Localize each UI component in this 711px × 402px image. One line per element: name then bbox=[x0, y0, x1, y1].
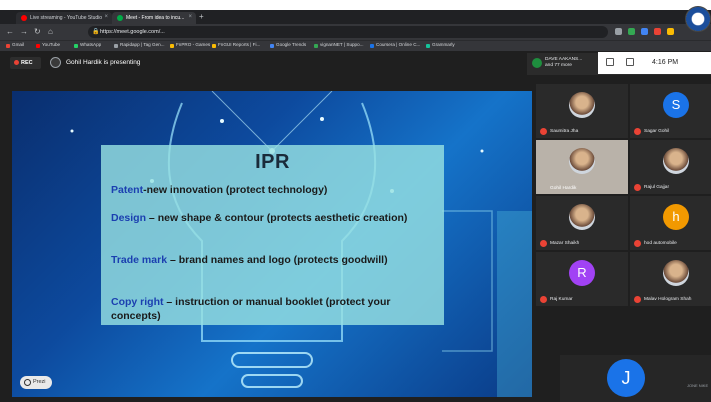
mic-muted-icon bbox=[634, 240, 641, 247]
bookmark-item[interactable]: FnGUI Reports | Fi... bbox=[212, 42, 260, 48]
url-field[interactable]: 🔒 https://meet.google.com/... bbox=[88, 26, 608, 38]
self-label: JONE NIKE bbox=[687, 383, 709, 388]
address-bar-row: ← → ↻ ⌂ 🔒 https://meet.google.com/... bbox=[0, 24, 711, 40]
participant-tile[interactable]: Gohil Hardik bbox=[536, 140, 628, 194]
url-text: https://meet.google.com/... bbox=[100, 29, 165, 35]
participant-tile[interactable]: Malav Hologram Shah bbox=[630, 252, 711, 306]
avatar bbox=[532, 58, 542, 68]
participant-avatar bbox=[569, 148, 595, 174]
header-count: and 77 more bbox=[545, 63, 572, 68]
slide-bullet: Copy right – instruction or manual bookl… bbox=[111, 296, 391, 322]
reload-icon[interactable]: ↻ bbox=[34, 27, 41, 36]
slide-bullet: Design – new shape & contour (protects a… bbox=[111, 212, 408, 224]
close-tab-icon[interactable]: × bbox=[104, 14, 108, 20]
recording-indicator: REC bbox=[10, 57, 41, 69]
participant-avatar bbox=[569, 92, 595, 118]
tab-youtube-studio[interactable]: Live streaming - YouTube Studio × bbox=[16, 12, 112, 24]
bookmark-item[interactable]: Rapidapp | Tag Gen... bbox=[114, 42, 165, 48]
slide-title: IPR bbox=[255, 151, 290, 173]
extension-icon[interactable] bbox=[641, 28, 648, 35]
mic-muted-icon bbox=[634, 296, 641, 303]
bookmarks-bar: Gmail YouTube WhatsApp Rapidapp | Tag Ge… bbox=[0, 40, 711, 51]
tab-meet[interactable]: Meet - From idea to incu... × bbox=[112, 12, 196, 24]
bookmark-item[interactable]: FnPRO - Games bbox=[170, 42, 210, 48]
participant-avatar bbox=[663, 260, 689, 286]
participant-tile[interactable]: Rajul Gajjar bbox=[630, 140, 711, 194]
bookmark-item[interactable]: WhatsApp bbox=[74, 42, 101, 48]
tab-label: Live streaming - YouTube Studio bbox=[30, 15, 103, 21]
new-tab-icon[interactable]: + bbox=[199, 12, 204, 21]
participant-name: Malav Hologram Shah bbox=[644, 297, 692, 302]
bookmark-item[interactable]: Gmail bbox=[6, 42, 24, 48]
participant-tile[interactable]: S Sagar Gohil bbox=[630, 84, 711, 138]
home-icon[interactable]: ⌂ bbox=[48, 27, 53, 36]
mic-muted-icon bbox=[540, 128, 547, 135]
star-icon[interactable] bbox=[615, 28, 622, 35]
participant-name: Rajul Gajjar bbox=[644, 185, 670, 190]
presenting-label: Gohil Hardik is presenting bbox=[66, 59, 141, 66]
bookmark-item[interactable]: YouTube bbox=[36, 42, 60, 48]
college-logo bbox=[685, 6, 711, 32]
bookmark-item[interactable]: Google Trends bbox=[270, 42, 306, 48]
prezi-icon bbox=[24, 379, 31, 386]
people-icon[interactable] bbox=[606, 58, 614, 66]
bookmark-item[interactable]: Coursera | Online C... bbox=[370, 42, 420, 48]
tab-label: Meet - From idea to incu... bbox=[126, 15, 185, 21]
bookmark-item[interactable]: vignanNET | Suppo... bbox=[314, 42, 364, 48]
participant-avatar: h bbox=[663, 204, 689, 230]
mic-muted-icon bbox=[634, 184, 641, 191]
chat-icon[interactable] bbox=[626, 58, 634, 66]
browser-tab-bar: Live streaming - YouTube Studio × Meet -… bbox=[0, 10, 711, 24]
participant-name: Saumitra Jha bbox=[550, 129, 579, 134]
participant-tile[interactable]: Mazar Shaikh bbox=[536, 196, 628, 250]
slide-bullet: Trade mark – brand names and logo (prote… bbox=[111, 254, 388, 266]
close-tab-icon[interactable]: × bbox=[188, 14, 192, 20]
prezi-badge[interactable]: Prezi bbox=[20, 376, 52, 389]
record-icon bbox=[14, 60, 19, 65]
participant-avatar: R bbox=[569, 260, 595, 286]
extension-icon[interactable] bbox=[654, 28, 661, 35]
bookmark-item[interactable]: Grammarly bbox=[426, 42, 455, 48]
presenter-avatar bbox=[50, 57, 61, 68]
participant-tile[interactable]: Saumitra Jha bbox=[536, 84, 628, 138]
clock-time: 4:16 PM bbox=[652, 59, 679, 66]
participant-name: Raj Kumar bbox=[550, 297, 573, 302]
slide-bullet: Patent-new innovation (protect technolog… bbox=[111, 184, 328, 196]
self-avatar: J bbox=[607, 359, 645, 397]
presentation-slide: IPR Patent-new innovation (protect techn… bbox=[12, 91, 532, 397]
participant-name: hod automobile bbox=[644, 241, 677, 246]
youtube-icon bbox=[21, 15, 27, 21]
mic-muted-icon bbox=[634, 128, 641, 135]
extension-icon[interactable] bbox=[628, 28, 635, 35]
extension-icon[interactable] bbox=[667, 28, 674, 35]
participant-avatar: S bbox=[663, 92, 689, 118]
back-icon[interactable]: ← bbox=[6, 27, 14, 36]
participant-name: Mazar Shaikh bbox=[550, 241, 580, 246]
ipr-content-box: IPR Patent-new innovation (protect techn… bbox=[101, 145, 444, 325]
meet-icon bbox=[117, 15, 123, 21]
participant-name: Gohil Hardik bbox=[550, 186, 577, 191]
participant-tile[interactable]: R Raj Kumar bbox=[536, 252, 628, 306]
mic-muted-icon bbox=[540, 240, 547, 247]
participant-avatar bbox=[663, 148, 689, 174]
participant-avatar bbox=[569, 204, 595, 230]
forward-icon[interactable]: → bbox=[20, 27, 28, 36]
participant-tile[interactable]: h hod automobile bbox=[630, 196, 711, 250]
participant-name: Sagar Gohil bbox=[644, 129, 670, 134]
lock-icon: 🔒 bbox=[92, 29, 100, 35]
mic-muted-icon bbox=[540, 296, 547, 303]
screen: Live streaming - YouTube Studio × Meet -… bbox=[0, 0, 711, 402]
